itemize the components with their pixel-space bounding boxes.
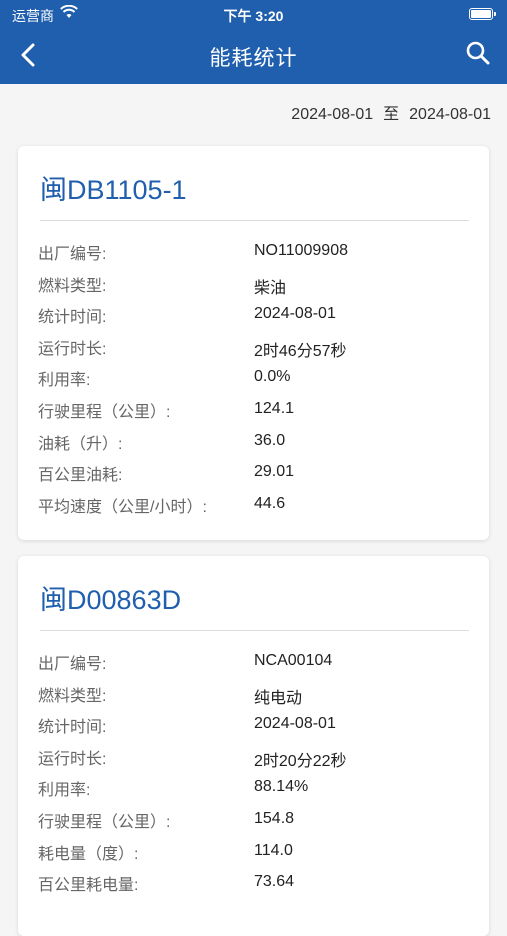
field-label: 燃料类型:	[38, 687, 107, 705]
date-end: 2024-08-01	[409, 106, 491, 123]
field-label: 平均速度（公里/小时）:	[38, 498, 207, 516]
field-label: 出厂编号:	[38, 656, 107, 673]
field-value: 2时20分22秒	[254, 752, 347, 770]
field-label: 油耗（升）:	[38, 435, 123, 453]
header: 运营商 下午 3:20 能耗统计	[0, 0, 507, 84]
field-label: 耗电量（度）:	[38, 845, 139, 863]
field-row: 行驶里程（公里）: 124.1	[38, 398, 469, 430]
search-button[interactable]	[465, 40, 491, 66]
field-label: 利用率:	[38, 372, 91, 390]
vehicle-plate: 闽D00863D	[40, 585, 182, 615]
divider	[40, 220, 469, 221]
field-value: 2时46分57秒	[254, 342, 347, 360]
field-row: 统计时间: 2024-08-01	[38, 713, 469, 745]
field-label: 燃料类型:	[38, 277, 107, 295]
field-row: 油耗（升）: 36.0	[38, 430, 469, 462]
field-row: 出厂编号: NCA00104	[38, 650, 469, 682]
field-label: 利用率:	[38, 782, 91, 800]
field-label: 统计时间:	[38, 719, 107, 737]
field-row: 耗电量（度）: 114.0	[38, 840, 469, 872]
date-range[interactable]: 2024-08-01 至 2024-08-01	[291, 100, 491, 124]
field-row: 运行时长: 2时20分22秒	[38, 745, 469, 777]
field-value: 73.64	[254, 873, 295, 891]
field-value: 29.01	[254, 463, 295, 481]
field-row: 百公里耗电量: 73.64	[38, 871, 469, 903]
field-row: 行驶里程（公里）: 154.8	[38, 808, 469, 840]
field-label: 出厂编号:	[38, 246, 107, 263]
field-value: 154.8	[254, 809, 295, 827]
field-value: NO11009908	[254, 242, 348, 259]
field-value: 2024-08-01	[254, 715, 336, 733]
divider	[40, 630, 469, 631]
field-value: 88.14%	[254, 778, 309, 796]
field-value: 124.1	[254, 399, 295, 417]
vehicle-card[interactable]: 闽DB1105-1 出厂编号: NO11009908 燃料类型: 柴油 统计时间: 2…	[18, 146, 489, 540]
status-time: 下午 3:20	[223, 8, 284, 24]
vehicle-card[interactable]: 闽D00863D 出厂编号: NCA00104 燃料类型: 纯电动 统计时间: 202…	[18, 556, 489, 936]
field-label: 运行时长:	[38, 750, 107, 768]
field-row: 统计时间: 2024-08-01	[38, 303, 469, 335]
field-label: 统计时间:	[38, 309, 107, 327]
date-separator: 至	[383, 106, 400, 123]
search-icon	[466, 41, 490, 65]
field-value: 0.0%	[254, 368, 291, 386]
field-value: 114.0	[254, 841, 293, 859]
battery-icon	[469, 8, 496, 20]
field-value: 36.0	[254, 431, 286, 449]
field-row: 平均速度（公里/小时）: 44.6	[38, 493, 469, 525]
field-label: 行驶里程（公里）:	[38, 403, 171, 421]
date-start: 2024-08-01	[291, 106, 374, 123]
field-row: 运行时长: 2时46分57秒	[38, 335, 469, 367]
status-bar: 运营商 下午 3:20	[0, 0, 507, 28]
field-row: 利用率: 88.14%	[38, 776, 469, 808]
field-value: 柴油	[254, 279, 287, 297]
field-row: 燃料类型: 纯电动	[38, 682, 469, 714]
field-row: 出厂编号: NO11009908	[38, 240, 469, 272]
field-value: 纯电动	[254, 689, 303, 707]
field-label: 百公里耗电量:	[38, 877, 139, 895]
field-value: 44.6	[254, 494, 286, 512]
field-label: 运行时长:	[38, 340, 107, 358]
field-value: 2024-08-01	[254, 305, 336, 323]
field-value: NCA00104	[254, 652, 333, 669]
field-row: 燃料类型: 柴油	[38, 272, 469, 304]
field-row: 百公里油耗: 29.01	[38, 461, 469, 493]
navbar: 能耗统计	[0, 28, 507, 84]
field-label: 百公里油耗:	[38, 467, 123, 485]
field-label: 行驶里程（公里）:	[38, 813, 171, 831]
vehicle-plate: 闽DB1105-1	[40, 175, 187, 205]
page-title: 能耗统计	[209, 47, 298, 70]
field-row: 利用率: 0.0%	[38, 366, 469, 398]
